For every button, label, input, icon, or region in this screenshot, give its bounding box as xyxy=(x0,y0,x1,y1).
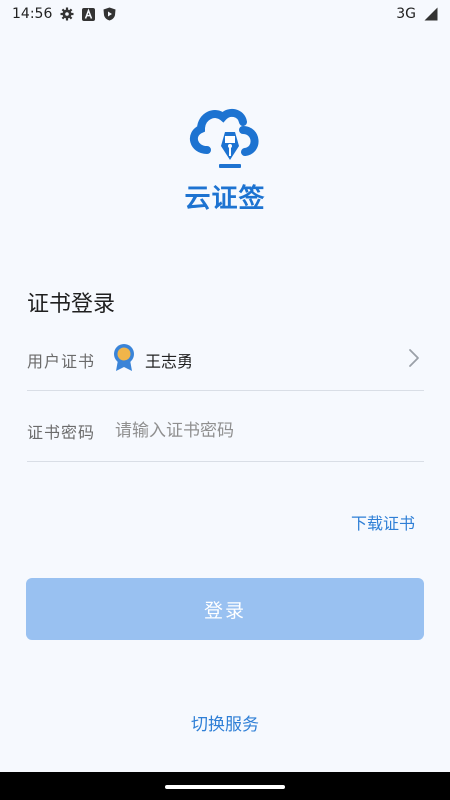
cert-label: 用户证书 xyxy=(27,352,96,371)
shield-play-icon xyxy=(103,7,116,21)
navigation-bar xyxy=(0,772,450,800)
login-button[interactable]: 登录 xyxy=(26,578,424,640)
status-left: 14:56 xyxy=(12,6,116,22)
home-gesture-handle[interactable] xyxy=(165,785,285,789)
page-title: 证书登录 xyxy=(27,292,116,317)
download-cert-link[interactable]: 下载证书 xyxy=(351,510,415,534)
status-bar: 14:56 3G xyxy=(0,0,450,28)
signal-icon xyxy=(424,7,438,21)
certificate-badge-icon xyxy=(113,344,135,376)
switch-service-link[interactable]: 切换服务 xyxy=(0,710,450,735)
cloud-pen-logo-icon xyxy=(185,108,265,174)
status-time: 14:56 xyxy=(12,6,53,22)
status-right: 3G xyxy=(396,6,438,22)
password-label: 证书密码 xyxy=(27,423,96,442)
logo-text: 云证签 xyxy=(184,184,266,214)
cert-selector[interactable]: 用户证书 王志勇 xyxy=(27,330,424,391)
gear-icon xyxy=(60,7,74,21)
password-row: 证书密码 xyxy=(27,401,424,462)
network-type: 3G xyxy=(396,6,416,22)
chevron-right-icon xyxy=(408,348,420,372)
cert-value: 王志勇 xyxy=(145,352,194,371)
font-a-icon xyxy=(82,7,96,21)
app-logo: 云证签 xyxy=(0,108,450,215)
password-input[interactable] xyxy=(111,411,424,451)
